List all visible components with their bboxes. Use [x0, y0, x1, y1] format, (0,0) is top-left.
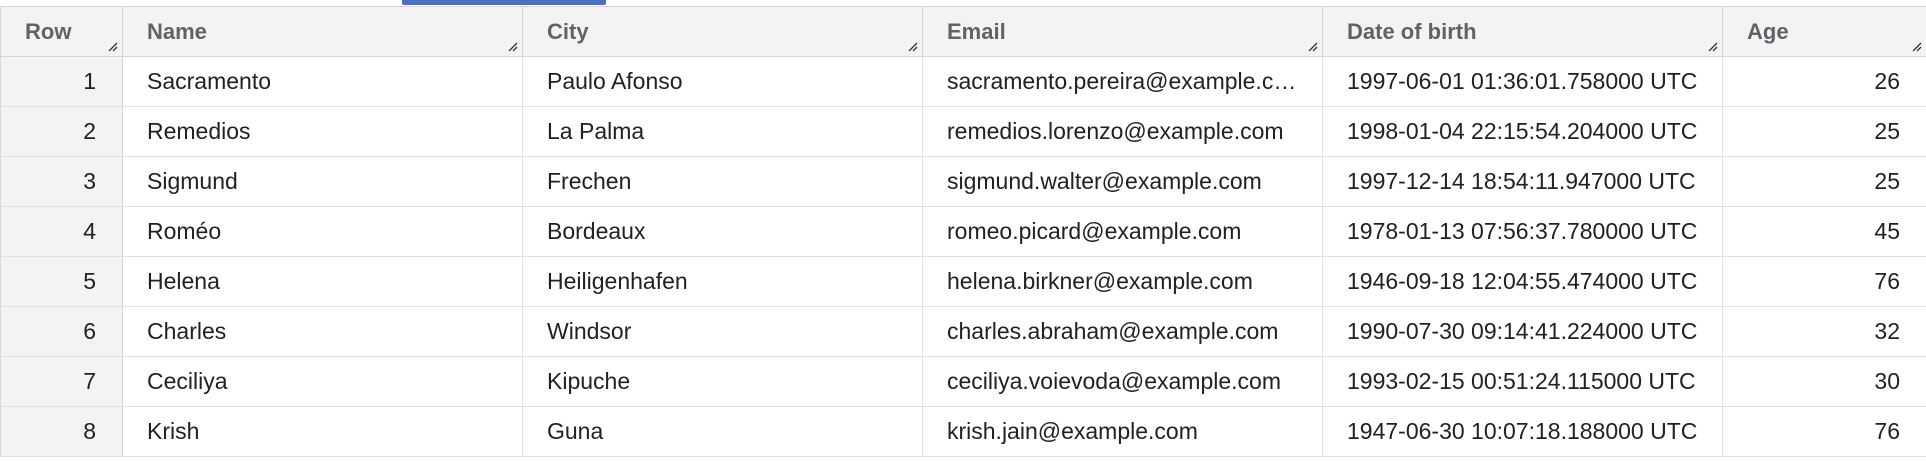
name-cell[interactable]: Helena	[122, 256, 523, 307]
row-number-cell: 5	[0, 256, 123, 307]
results-table: Row Name City Email Date of birth Age 1 …	[0, 6, 1926, 457]
email-cell[interactable]: ceciliya.voievoda@example.com	[922, 356, 1323, 407]
date-of-birth-cell[interactable]: 1993-02-15 00:51:24.115000 UTC	[1322, 356, 1723, 407]
row-number-cell: 2	[0, 106, 123, 157]
date-of-birth-cell[interactable]: 1998-01-04 22:15:54.204000 UTC	[1322, 106, 1723, 157]
column-header-label: City	[547, 18, 589, 44]
city-cell[interactable]: Paulo Afonso	[522, 56, 923, 107]
age-cell[interactable]: 32	[1722, 306, 1926, 357]
column-header-label: Age	[1747, 18, 1789, 44]
email-cell[interactable]: charles.abraham@example.com	[922, 306, 1323, 357]
city-cell[interactable]: La Palma	[522, 106, 923, 157]
date-of-birth-cell[interactable]: 1978-01-13 07:56:37.780000 UTC	[1322, 206, 1723, 257]
header-row: Row Name City Email Date of birth Age	[0, 6, 1926, 57]
age-cell[interactable]: 30	[1722, 356, 1926, 407]
table-body: 1 Sacramento Paulo Afonso sacramento.per…	[0, 56, 1926, 457]
table-row[interactable]: 8 Krish Guna krish.jain@example.com 1947…	[0, 406, 1926, 457]
table-row[interactable]: 1 Sacramento Paulo Afonso sacramento.per…	[0, 56, 1926, 107]
email-cell[interactable]: helena.birkner@example.com	[922, 256, 1323, 307]
age-cell[interactable]: 25	[1722, 106, 1926, 157]
resize-handle-icon[interactable]	[1910, 40, 1922, 52]
name-cell[interactable]: Remedios	[122, 106, 523, 157]
age-cell[interactable]: 26	[1722, 56, 1926, 107]
row-number-cell: 7	[0, 356, 123, 407]
city-cell[interactable]: Frechen	[522, 156, 923, 207]
city-cell[interactable]: Heiligenhafen	[522, 256, 923, 307]
row-number-cell: 4	[0, 206, 123, 257]
email-cell[interactable]: sacramento.pereira@example.com	[922, 56, 1323, 107]
email-cell[interactable]: remedios.lorenzo@example.com	[922, 106, 1323, 157]
column-header-label: Email	[947, 18, 1006, 44]
name-cell[interactable]: Ceciliya	[122, 356, 523, 407]
table-row[interactable]: 2 Remedios La Palma remedios.lorenzo@exa…	[0, 106, 1926, 157]
row-number-cell: 1	[0, 56, 123, 107]
column-header-age[interactable]: Age	[1722, 6, 1926, 57]
age-cell[interactable]: 76	[1722, 406, 1926, 457]
table-row[interactable]: 5 Helena Heiligenhafen helena.birkner@ex…	[0, 256, 1926, 307]
table-row[interactable]: 6 Charles Windsor charles.abraham@exampl…	[0, 306, 1926, 357]
resize-handle-icon[interactable]	[106, 40, 118, 52]
age-cell[interactable]: 25	[1722, 156, 1926, 207]
resize-handle-icon[interactable]	[1706, 40, 1718, 52]
table-header: Row Name City Email Date of birth Age	[0, 6, 1926, 57]
date-of-birth-cell[interactable]: 1990-07-30 09:14:41.224000 UTC	[1322, 306, 1723, 357]
name-cell[interactable]: Roméo	[122, 206, 523, 257]
city-cell[interactable]: Kipuche	[522, 356, 923, 407]
city-cell[interactable]: Bordeaux	[522, 206, 923, 257]
date-of-birth-cell[interactable]: 1997-12-14 18:54:11.947000 UTC	[1322, 156, 1723, 207]
name-cell[interactable]: Sacramento	[122, 56, 523, 107]
table-row[interactable]: 7 Ceciliya Kipuche ceciliya.voievoda@exa…	[0, 356, 1926, 407]
resize-handle-icon[interactable]	[506, 40, 518, 52]
name-cell[interactable]: Sigmund	[122, 156, 523, 207]
row-number-cell: 3	[0, 156, 123, 207]
email-cell[interactable]: sigmund.walter@example.com	[922, 156, 1323, 207]
column-header-label: Row	[25, 18, 72, 44]
date-of-birth-cell[interactable]: 1947-06-30 10:07:18.188000 UTC	[1322, 406, 1723, 457]
age-cell[interactable]: 45	[1722, 206, 1926, 257]
email-cell[interactable]: romeo.picard@example.com	[922, 206, 1323, 257]
name-cell[interactable]: Charles	[122, 306, 523, 357]
column-header-label: Name	[147, 18, 207, 44]
table-row[interactable]: 3 Sigmund Frechen sigmund.walter@example…	[0, 156, 1926, 207]
column-header-label: Date of birth	[1347, 18, 1477, 44]
row-number-cell: 8	[0, 406, 123, 457]
column-header-city[interactable]: City	[522, 6, 923, 57]
active-tab-indicator	[402, 0, 606, 5]
column-header-row[interactable]: Row	[0, 6, 123, 57]
date-of-birth-cell[interactable]: 1946-09-18 12:04:55.474000 UTC	[1322, 256, 1723, 307]
age-cell[interactable]: 76	[1722, 256, 1926, 307]
city-cell[interactable]: Guna	[522, 406, 923, 457]
column-header-name[interactable]: Name	[122, 6, 523, 57]
email-cell[interactable]: krish.jain@example.com	[922, 406, 1323, 457]
column-header-email[interactable]: Email	[922, 6, 1323, 57]
table-row[interactable]: 4 Roméo Bordeaux romeo.picard@example.co…	[0, 206, 1926, 257]
row-number-cell: 6	[0, 306, 123, 357]
resize-handle-icon[interactable]	[1306, 40, 1318, 52]
resize-handle-icon[interactable]	[906, 40, 918, 52]
name-cell[interactable]: Krish	[122, 406, 523, 457]
city-cell[interactable]: Windsor	[522, 306, 923, 357]
date-of-birth-cell[interactable]: 1997-06-01 01:36:01.758000 UTC	[1322, 56, 1723, 107]
column-header-date-of-birth[interactable]: Date of birth	[1322, 6, 1723, 57]
